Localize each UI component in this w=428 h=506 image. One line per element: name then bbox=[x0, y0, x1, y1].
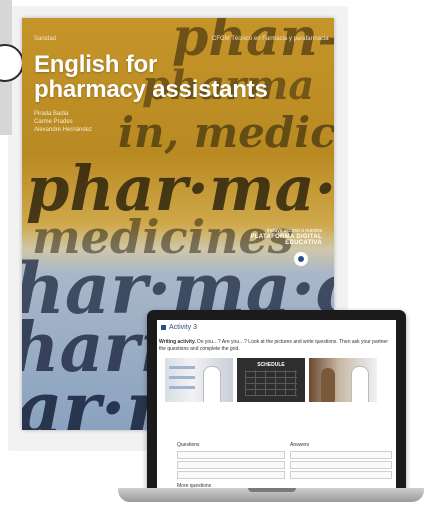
activity-page: Activity 3 Writing activity. Do you…? Ar… bbox=[157, 320, 396, 490]
shelf bbox=[169, 386, 195, 389]
course-tagline: CFGM Técnico en Farmacia y parafarmacia bbox=[212, 36, 329, 42]
activity-title[interactable]: Activity 3 bbox=[161, 324, 197, 331]
book-title-line: English for bbox=[34, 51, 158, 78]
author-name: Pirada Badia bbox=[34, 111, 69, 117]
laptop-notch bbox=[248, 488, 296, 492]
pharmacy-shelf-image bbox=[165, 358, 233, 402]
schedule-grid bbox=[245, 370, 297, 396]
activity-title-text: Activity 3 bbox=[169, 324, 198, 331]
author-list: Pirada Badia Carme Prades Alexandre Hern… bbox=[34, 110, 92, 134]
platform-logo-icon bbox=[294, 252, 308, 266]
instructions-heading: Writing activity. bbox=[159, 339, 196, 345]
schedule-label: SCHEDULE bbox=[257, 362, 285, 368]
access-brand: PLATAFORMA DIGITAL EDUCATIVA bbox=[250, 234, 322, 246]
pharmacy-counter-image bbox=[309, 358, 377, 402]
activity-bullet-icon bbox=[161, 325, 166, 330]
book-title: English for pharmacy assistants bbox=[34, 52, 268, 103]
author-name: Alexandre Hernández bbox=[34, 127, 93, 134]
series-label: Sanidad bbox=[34, 36, 57, 42]
cover-word: in, medic bbox=[118, 108, 334, 157]
book-title-line: pharmacy assistants bbox=[34, 76, 268, 104]
shelf bbox=[169, 366, 195, 369]
answer-field[interactable] bbox=[290, 471, 392, 479]
pharmacist-figure bbox=[351, 366, 369, 402]
answer-field[interactable] bbox=[290, 461, 392, 469]
schedule-board-image: SCHEDULE bbox=[237, 358, 305, 402]
platform-access: Incluye acceso a nuestra PLATAFORMA DIGI… bbox=[212, 228, 323, 246]
question-field[interactable] bbox=[177, 451, 285, 459]
pharmacist-figure bbox=[203, 366, 221, 402]
answers-header: Answers bbox=[290, 442, 310, 448]
answer-field[interactable] bbox=[290, 451, 392, 459]
customer-figure bbox=[321, 368, 335, 402]
questions-header: Questions bbox=[177, 442, 200, 448]
question-field[interactable] bbox=[177, 471, 285, 479]
shelf bbox=[169, 376, 195, 379]
laptop-screen: Activity 3 Writing activity. Do you…? Ar… bbox=[147, 310, 406, 490]
author-name: Carme Prades bbox=[34, 119, 73, 126]
activity-images: SCHEDULE bbox=[165, 358, 377, 402]
question-field[interactable] bbox=[177, 461, 285, 469]
activity-instructions: Writing activity. Do you…? Are you…? Loo… bbox=[159, 339, 394, 353]
